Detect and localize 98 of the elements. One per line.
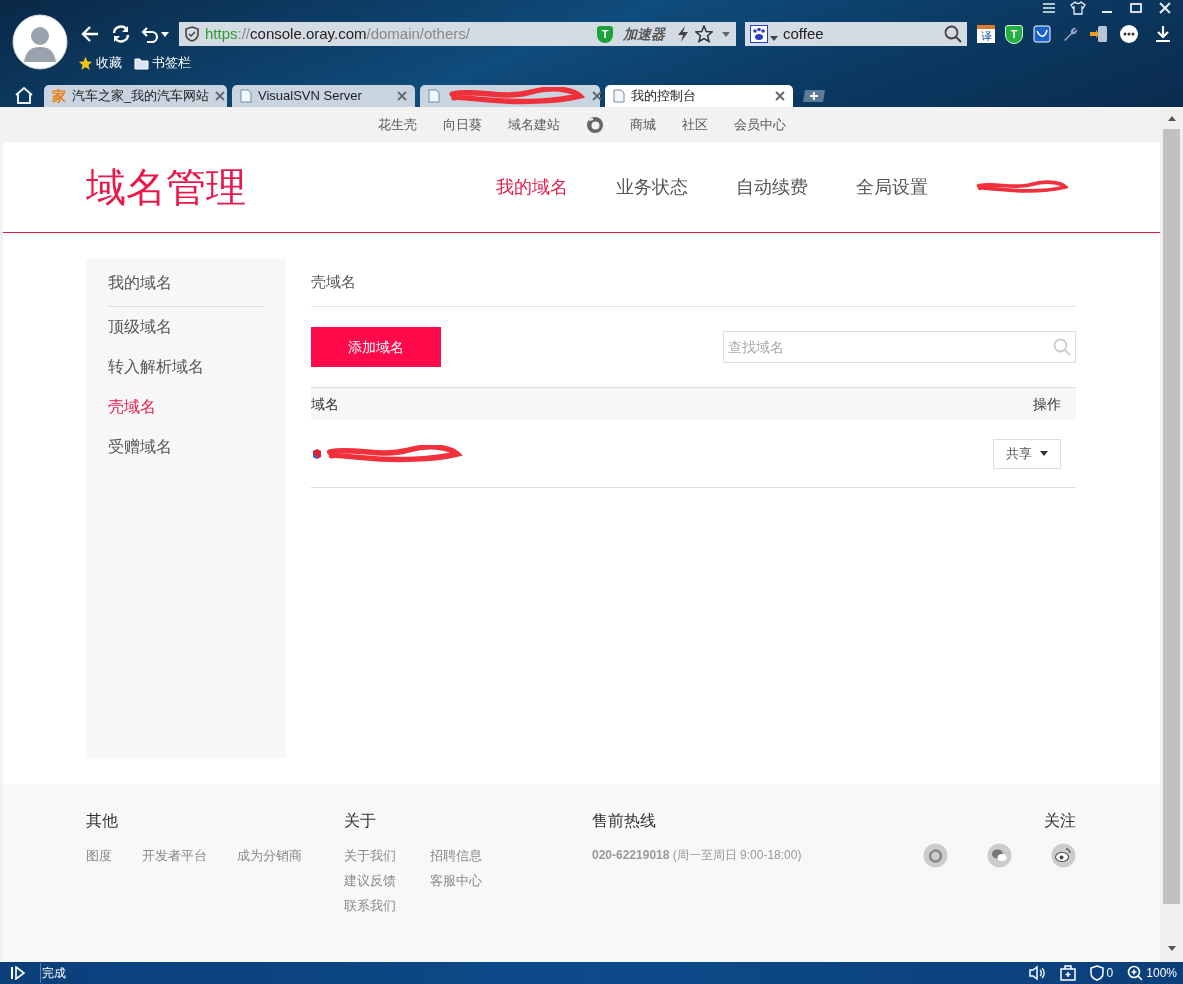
- sidebar-item[interactable]: 转入解析域名: [108, 347, 264, 387]
- bookmark-link[interactable]: 收藏: [78, 53, 122, 73]
- caret-icon: [1040, 451, 1048, 456]
- tab-title: VisualSVN Server: [258, 87, 362, 106]
- tab-title: 汽车之家_我的汽车网站: [72, 87, 210, 106]
- bookmark-link[interactable]: 书签栏: [134, 53, 191, 73]
- search-icon[interactable]: [944, 25, 962, 43]
- nav-link[interactable]: 商城: [629, 114, 656, 135]
- phone-icon[interactable]: [1089, 25, 1109, 43]
- favicon: 家: [52, 86, 66, 106]
- maximize-icon[interactable]: [1128, 1, 1144, 15]
- swirl-icon[interactable]: [585, 115, 604, 134]
- footer-link[interactable]: 开发者平台: [142, 843, 207, 868]
- undo-button[interactable]: [141, 25, 169, 43]
- undo-icon: [141, 25, 159, 43]
- domain-icon: [313, 448, 321, 459]
- footer-link[interactable]: 客服中心: [430, 868, 592, 893]
- shield-icon: [185, 26, 199, 42]
- scrollbar-thumb[interactable]: [1163, 129, 1180, 904]
- page-icon: [428, 89, 440, 103]
- url-text: https://console.oray.com/domain/others/: [205, 23, 470, 44]
- caret-icon: [1167, 116, 1176, 121]
- caret-icon: [722, 31, 730, 37]
- browser-tab[interactable]: 我的控制台: [605, 85, 793, 107]
- toolbox-icon[interactable]: [1059, 965, 1076, 981]
- page-icon: [240, 89, 252, 103]
- footer-link[interactable]: 联系我们: [344, 893, 430, 918]
- page-icon: [613, 89, 625, 103]
- star-icon: [78, 55, 93, 71]
- home-icon[interactable]: [14, 86, 34, 104]
- header-nav-link[interactable]: 我的域名: [496, 173, 568, 201]
- caret-icon: [770, 35, 778, 41]
- shield-badge: T: [597, 25, 613, 43]
- column-header: 域名: [311, 394, 339, 414]
- footer-heading: 其他: [86, 811, 119, 831]
- footer-link[interactable]: 成为分销商: [237, 843, 302, 868]
- sidebar-item[interactable]: 受赠域名: [108, 427, 264, 467]
- back-icon[interactable]: [80, 24, 100, 44]
- header-nav-link[interactable]: 全局设置: [856, 173, 928, 201]
- footer-link[interactable]: 关于我们: [344, 843, 430, 868]
- nav-link[interactable]: 向日葵: [442, 114, 482, 135]
- nav-link[interactable]: 域名建站: [507, 114, 560, 135]
- caret-icon: [161, 31, 169, 37]
- accelerator-label[interactable]: 加速器: [623, 23, 665, 45]
- tab-title: 我的控制台: [631, 87, 696, 106]
- footer-heading: 关于: [344, 811, 377, 831]
- zoom-control[interactable]: 100%: [1127, 964, 1177, 982]
- footer-heading: 关注: [1044, 811, 1076, 831]
- download-icon[interactable]: [1153, 24, 1173, 44]
- browser-tab[interactable]: VisualSVN Server: [232, 85, 415, 107]
- page-title: 域名管理: [86, 164, 246, 211]
- browser-tab[interactable]: 家 汽车之家_我的汽车网站: [44, 85, 227, 107]
- sidebar-toggle-icon[interactable]: [10, 966, 26, 980]
- lightning-icon[interactable]: [677, 26, 689, 42]
- header-nav-link[interactable]: 自动续费: [736, 173, 808, 201]
- new-tab-icon[interactable]: [802, 89, 826, 103]
- share-dropdown[interactable]: 共享: [993, 438, 1061, 469]
- more-icon[interactable]: [1119, 24, 1139, 44]
- footer-heading: 售前热线: [592, 811, 657, 831]
- speaker-icon[interactable]: [1027, 965, 1046, 981]
- chat-icon[interactable]: [987, 843, 1012, 868]
- close-icon[interactable]: [592, 91, 602, 101]
- zoom-icon: [1127, 965, 1144, 981]
- sidebar-heading: 我的域名: [108, 271, 264, 307]
- eye-icon[interactable]: [1051, 843, 1076, 868]
- nav-link[interactable]: 会员中心: [733, 114, 786, 135]
- close-icon[interactable]: [775, 91, 785, 101]
- section-heading: 壳域名: [311, 259, 1076, 307]
- search-value: coffee: [783, 23, 824, 44]
- sidebar-item[interactable]: 壳域名: [108, 387, 264, 427]
- star-icon[interactable]: [695, 25, 713, 43]
- search-field[interactable]: coffee: [745, 22, 967, 46]
- close-icon[interactable]: [1157, 1, 1173, 15]
- menu-icon[interactable]: [1041, 1, 1057, 15]
- ring-icon[interactable]: [923, 843, 948, 868]
- avatar-icon[interactable]: [12, 14, 68, 70]
- add-domain-button[interactable]: 添加域名: [311, 327, 441, 367]
- footer-link[interactable]: 招聘信息: [430, 843, 592, 868]
- shirt-icon[interactable]: [1070, 1, 1086, 15]
- column-header: 操作: [1033, 394, 1061, 414]
- refresh-icon[interactable]: [110, 23, 132, 45]
- scrollbar[interactable]: [1160, 107, 1183, 962]
- status-text: 完成: [40, 963, 66, 983]
- address-bar[interactable]: https://console.oray.com/domain/others/ T 加速器: [179, 22, 736, 46]
- folder-icon: [134, 56, 149, 70]
- paw-icon: [750, 25, 768, 43]
- sidebar-item[interactable]: 顶级域名: [108, 307, 264, 347]
- shield-icon: [1089, 965, 1104, 981]
- translate-badge[interactable]: 译: [977, 25, 995, 43]
- nav-link[interactable]: 花生壳: [377, 114, 417, 135]
- nav-link[interactable]: 社区: [681, 114, 708, 135]
- caret-icon: [1167, 946, 1176, 951]
- hotline-text: 020-62219018 (周一至周日 9:00-18:00): [592, 847, 803, 864]
- ad-block-counter[interactable]: 0: [1089, 964, 1114, 982]
- footer-link[interactable]: 建议反馈: [344, 868, 430, 893]
- header-nav-link[interactable]: 业务状态: [616, 173, 688, 201]
- search-field[interactable]: 查找域名: [723, 331, 1076, 363]
- footer-link[interactable]: 图度: [86, 843, 112, 868]
